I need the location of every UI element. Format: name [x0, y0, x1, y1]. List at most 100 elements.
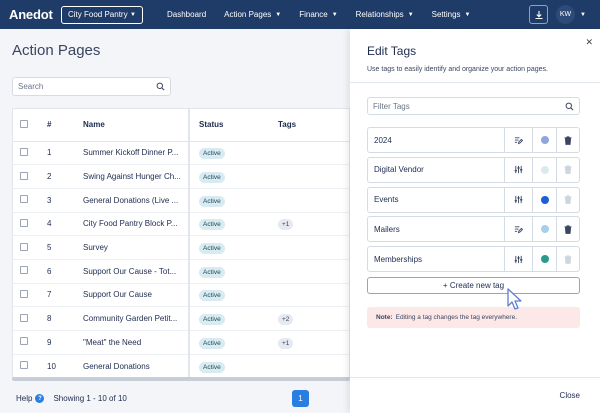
delete-tag-button [557, 188, 579, 212]
tag-row: 2024 [367, 127, 580, 153]
org-selector[interactable]: City Food Pantry ▼ [61, 5, 143, 24]
column-header-name[interactable]: Name [74, 109, 190, 142]
tag-name[interactable]: Digital Vendor [368, 157, 505, 182]
table-row[interactable]: 5 Survey Active [13, 235, 349, 260]
nav-action-pages[interactable]: Action Pages ▼ [224, 10, 281, 19]
status-badge: Active [199, 337, 225, 349]
tag-color-picker[interactable] [533, 217, 557, 242]
sliders-icon [514, 165, 523, 174]
tag-settings-button[interactable] [505, 187, 533, 212]
row-name[interactable]: Summer Kickoff Dinner P... [74, 141, 190, 166]
row-checkbox[interactable] [20, 147, 28, 156]
row-checkbox[interactable] [20, 171, 28, 180]
help-link[interactable]: Help [16, 394, 32, 403]
column-header-tags[interactable]: Tags [269, 109, 349, 142]
search-icon[interactable] [156, 82, 165, 91]
row-checkbox[interactable] [20, 195, 28, 204]
tag-name[interactable]: Memberships [368, 247, 505, 272]
nav-finance[interactable]: Finance ▼ [299, 10, 337, 19]
search-icon[interactable] [565, 102, 574, 111]
table-row[interactable]: 9 "Meat" the Need Active +1 [13, 330, 349, 355]
table-header-row: # Name Status Tags [13, 109, 349, 142]
download-button[interactable] [529, 5, 548, 24]
column-header-status[interactable]: Status [189, 109, 269, 142]
tag-count-badge[interactable]: +1 [278, 337, 294, 349]
row-number: 4 [38, 212, 74, 237]
row-name[interactable]: Support Our Cause [74, 283, 190, 308]
divider [350, 82, 600, 83]
edit-tag-button[interactable] [505, 217, 533, 242]
table-row[interactable]: 2 Swing Against Hunger Ch... Active [13, 164, 349, 189]
close-button[interactable]: Close [560, 391, 580, 400]
row-name[interactable]: General Donations (Live ... [74, 188, 190, 213]
row-name[interactable]: City Food Pantry Block P... [74, 212, 190, 237]
user-menu[interactable]: KW ▼ [556, 5, 586, 24]
row-number: 2 [38, 164, 74, 189]
row-name[interactable]: Swing Against Hunger Ch... [74, 164, 190, 189]
tag-color-picker[interactable] [533, 128, 557, 152]
caret-down-icon: ▼ [275, 11, 282, 18]
edit-tag-button[interactable] [505, 128, 533, 152]
column-header-number[interactable]: # [38, 109, 74, 142]
delete-tag-button [557, 158, 579, 182]
tag-color-picker[interactable] [533, 157, 557, 182]
tag-name[interactable]: 2024 [368, 128, 505, 152]
table-row[interactable]: 1 Summer Kickoff Dinner P... Active [13, 141, 349, 166]
row-name[interactable]: Support Our Cause - Tot... [74, 259, 190, 284]
tag-name[interactable]: Mailers [368, 217, 505, 242]
nav-dashboard[interactable]: Dashboard [167, 10, 206, 19]
create-new-tag-button[interactable]: + Create new tag [367, 277, 580, 294]
help-icon[interactable]: ? [35, 394, 45, 403]
download-icon [535, 10, 542, 19]
tag-settings-button[interactable] [505, 157, 533, 182]
note-text: Editing a tag changes the tag everywhere… [395, 314, 518, 321]
divider [350, 377, 600, 378]
nav-menu: Dashboard Action Pages ▼ Finance ▼ Relatio… [167, 10, 489, 19]
select-all-checkbox[interactable] [20, 119, 28, 128]
row-name[interactable]: "Meat" the Need [74, 330, 190, 355]
row-number: 8 [38, 306, 74, 331]
color-swatch [540, 136, 549, 144]
row-checkbox[interactable] [20, 361, 28, 370]
row-checkbox[interactable] [20, 337, 28, 346]
status-badge: Active [199, 148, 225, 160]
horizontal-scrollbar[interactable] [12, 377, 350, 381]
tag-count-badge[interactable]: +2 [278, 314, 294, 326]
filter-tags-box [367, 97, 580, 115]
row-name[interactable]: Survey [74, 235, 190, 260]
logo[interactable]: Anedot [9, 7, 61, 22]
row-name[interactable]: General Donations [74, 354, 190, 379]
filter-tags-input[interactable] [373, 101, 565, 111]
nav-settings[interactable]: Settings ▼ [432, 10, 471, 19]
tag-count-badge[interactable]: +1 [278, 219, 294, 231]
row-name[interactable]: Community Garden Petit... [74, 306, 190, 331]
nav-relationships[interactable]: Relationships ▼ [356, 10, 414, 19]
table-row[interactable]: 4 City Food Pantry Block P... Active +1 [13, 212, 349, 237]
table-row[interactable]: 10 General Donations Active [13, 354, 349, 379]
search-input[interactable] [18, 82, 156, 91]
top-nav: Anedot City Food Pantry ▼ Dashboard Acti… [0, 0, 600, 29]
table-row[interactable]: 7 Support Our Cause Active [13, 283, 349, 308]
tag-name[interactable]: Events [368, 187, 505, 212]
delete-tag-button [557, 247, 579, 271]
tag-settings-button[interactable] [505, 247, 533, 272]
page-button-current[interactable]: 1 [292, 390, 309, 407]
action-pages-table: # Name Status Tags 1 Summer Kickoff Dinne… [12, 108, 350, 380]
row-checkbox[interactable] [20, 289, 28, 298]
tag-color-picker[interactable] [533, 187, 557, 212]
caret-down-icon: ▼ [407, 11, 414, 18]
trash-icon [564, 225, 572, 234]
row-checkbox[interactable] [20, 266, 28, 275]
table-row[interactable]: 8 Community Garden Petit... Active +2 [13, 306, 349, 331]
tag-color-picker[interactable] [533, 247, 557, 272]
status-badge: Active [199, 314, 225, 326]
close-icon[interactable]: ✕ [585, 37, 593, 48]
table-row[interactable]: 3 General Donations (Live ... Active [13, 188, 349, 213]
delete-tag-button[interactable] [557, 217, 579, 241]
row-checkbox[interactable] [20, 218, 28, 227]
row-checkbox[interactable] [20, 313, 28, 322]
avatar: KW [556, 5, 575, 24]
row-checkbox[interactable] [20, 242, 28, 251]
table-row[interactable]: 6 Support Our Cause - Tot... Active [13, 259, 349, 284]
delete-tag-button[interactable] [557, 128, 579, 152]
